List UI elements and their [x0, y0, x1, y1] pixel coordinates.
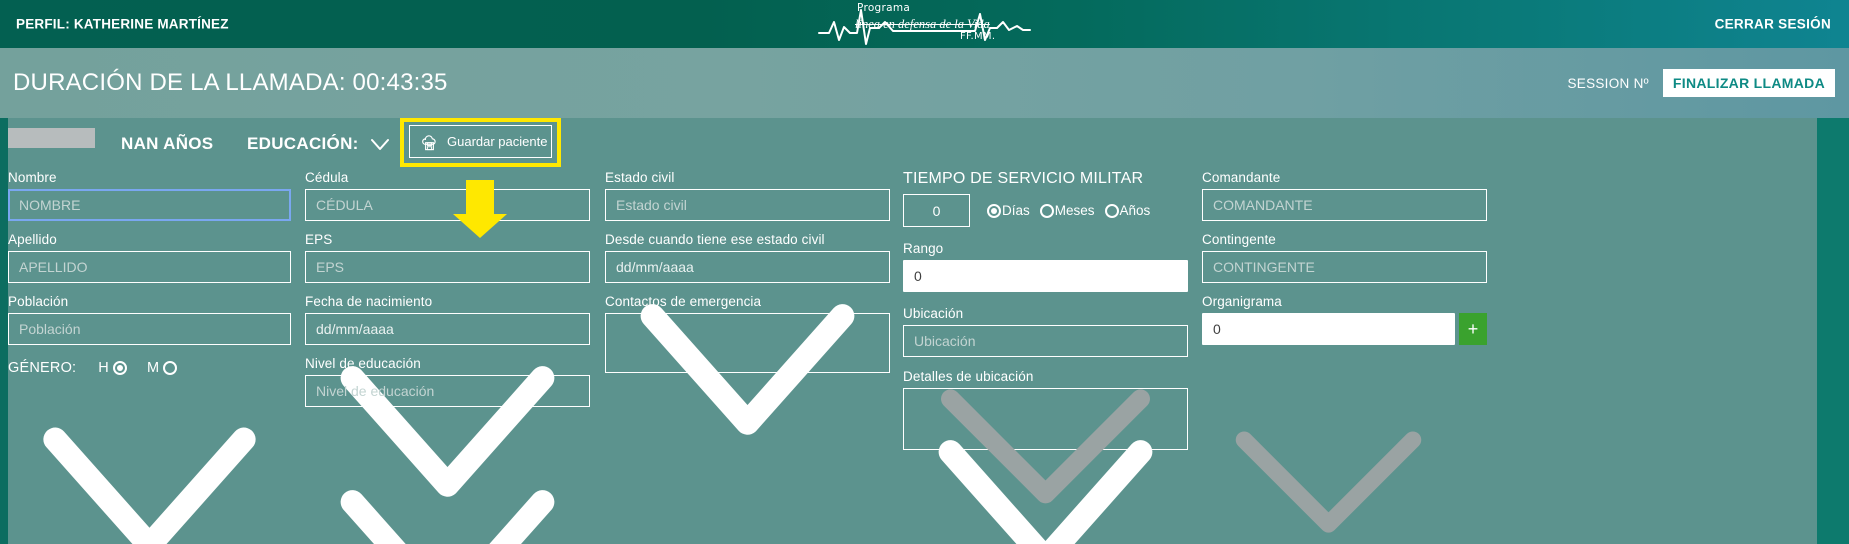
- servicio-unit-meses-option[interactable]: Meses: [1039, 203, 1095, 218]
- form-column-2: Cédula EPS EPS Fecha de nacimiento: [305, 170, 590, 544]
- field-eps: EPS EPS: [305, 232, 590, 497]
- chevron-down-icon: [1235, 431, 1422, 533]
- comandante-input[interactable]: [1202, 189, 1487, 221]
- patient-form-panel: NAN AÑOS EDUCACIÓN: Guardar paciente Nom…: [0, 118, 1849, 544]
- session-number-label: SESSION Nº: [1567, 75, 1649, 91]
- servicio-militar-amount-input[interactable]: [903, 194, 970, 227]
- field-comandante: Comandante: [1202, 170, 1487, 221]
- field-cedula: Cédula: [305, 170, 590, 221]
- chevron-down-icon: [938, 440, 1153, 544]
- label-apellido: Apellido: [8, 232, 57, 247]
- yellow-pointer-arrow-icon: [453, 180, 507, 238]
- label-contingente: Contingente: [1202, 232, 1276, 247]
- call-duration-label: DURACIÓN DE LA LLAMADA: 00:43:35: [13, 69, 448, 96]
- top-header-bar: PERFIL: KATHERINE MARTÍNEZ Programa líne…: [0, 0, 1849, 48]
- genero-h-radio[interactable]: [112, 361, 127, 375]
- poblacion-select[interactable]: Población: [8, 313, 291, 345]
- contingente-input[interactable]: [1202, 251, 1487, 283]
- servicio-unit-dias-label: Días: [1002, 203, 1030, 218]
- cedula-input[interactable]: [305, 189, 590, 221]
- logo-tagline-text: línea en defensa de la Vida: [855, 17, 990, 31]
- field-apellido: Apellido: [8, 232, 291, 283]
- poblacion-selected-value: Población: [19, 321, 81, 337]
- apellido-input[interactable]: [8, 251, 291, 283]
- servicio-unit-anos-label: Años: [1119, 203, 1151, 218]
- nombre-input[interactable]: [8, 189, 291, 221]
- servicio-unit-anos-option[interactable]: Años: [1104, 203, 1151, 218]
- eps-select[interactable]: EPS: [305, 251, 590, 283]
- field-poblacion: Población Población: [8, 294, 291, 544]
- chevron-down-icon: [340, 490, 555, 544]
- servicio-unit-dias-option[interactable]: Días: [987, 203, 1030, 218]
- label-rango: Rango: [903, 241, 944, 256]
- call-status-bar: DURACIÓN DE LA LLAMADA: 00:43:35 SESSION…: [0, 48, 1849, 118]
- profile-label: PERFIL: KATHERINE MARTÍNEZ: [16, 16, 229, 32]
- field-nombre: Nombre: [8, 170, 291, 221]
- heartbeat-line-icon: [818, 9, 1031, 45]
- patient-summary-row: NAN AÑOS EDUCACIÓN: Guardar paciente: [0, 118, 1849, 170]
- form-column-1: Nombre Apellido Población Población: [8, 170, 291, 544]
- label-estado-civil: Estado civil: [605, 170, 675, 185]
- servicio-unit-meses-label: Meses: [1054, 203, 1095, 218]
- estado-civil-select[interactable]: Estado civil: [605, 189, 890, 221]
- chevron-down-icon[interactable]: [368, 132, 392, 156]
- field-organigrama: Organigrama 0 +: [1202, 294, 1487, 544]
- servicio-unit-meses-radio[interactable]: [1039, 203, 1054, 218]
- logout-button[interactable]: CERRAR SESIÓN: [1715, 17, 1831, 32]
- chevron-down-icon: [43, 427, 256, 544]
- field-rango: Rango 0: [903, 241, 1188, 504]
- servicio-unit-anos-radio[interactable]: [1104, 203, 1119, 218]
- patient-age-label: NAN AÑOS: [121, 134, 214, 153]
- patient-name-placeholder-box: [8, 128, 95, 148]
- organigrama-add-button[interactable]: +: [1459, 313, 1487, 345]
- estado-civil-selected-value: Estado civil: [616, 197, 687, 213]
- form-column-5: Comandante Contingente Organigrama 0: [1202, 170, 1487, 544]
- eps-selected-value: EPS: [316, 259, 345, 275]
- label-nombre: Nombre: [8, 170, 57, 185]
- nivel-educacion-selected-value: Nivel de educación: [316, 383, 435, 399]
- servicio-unit-dias-radio[interactable]: [987, 203, 1001, 218]
- label-cedula: Cédula: [305, 170, 349, 185]
- field-estado-civil: Estado civil Estado civil: [605, 170, 890, 435]
- ubicacion-select[interactable]: Ubicación: [903, 325, 1188, 357]
- rango-select[interactable]: 0: [903, 260, 1188, 292]
- logo-ffmm-text: FF.MM.: [960, 31, 996, 42]
- field-servicio-militar: TIEMPO DE SERVICIO MILITAR Días Meses: [903, 170, 1188, 227]
- organigrama-select[interactable]: 0: [1202, 313, 1455, 345]
- education-summary-label: EDUCACIÓN:: [247, 134, 359, 153]
- servicio-militar-title: TIEMPO DE SERVICIO MILITAR: [903, 170, 1144, 187]
- rango-selected-value: 0: [914, 268, 922, 284]
- chevron-down-icon: [640, 304, 855, 435]
- label-comandante: Comandante: [1202, 170, 1281, 185]
- guardar-paciente-button[interactable]: Guardar paciente: [409, 125, 552, 158]
- logo-programa-text: Programa: [857, 2, 911, 14]
- label-poblacion: Población: [8, 294, 69, 309]
- finalizar-llamada-button[interactable]: FINALIZAR LLAMADA: [1662, 69, 1835, 97]
- cloud-save-icon: [422, 135, 436, 151]
- app-logo: Programa línea en defensa de la Vida FF.…: [0, 0, 1849, 48]
- form-column-3: Estado civil Estado civil Desde cuando t…: [605, 170, 890, 435]
- organigrama-selected-value: 0: [1213, 321, 1221, 337]
- ubicacion-selected-value: Ubicación: [914, 333, 976, 349]
- field-contingente: Contingente: [1202, 232, 1487, 283]
- label-eps: EPS: [305, 232, 333, 247]
- label-organigrama: Organigrama: [1202, 294, 1282, 309]
- form-column-4: TIEMPO DE SERVICIO MILITAR Días Meses: [903, 170, 1188, 544]
- nivel-educacion-select[interactable]: Nivel de educación: [305, 375, 590, 407]
- guardar-paciente-label: Guardar paciente: [447, 134, 548, 149]
